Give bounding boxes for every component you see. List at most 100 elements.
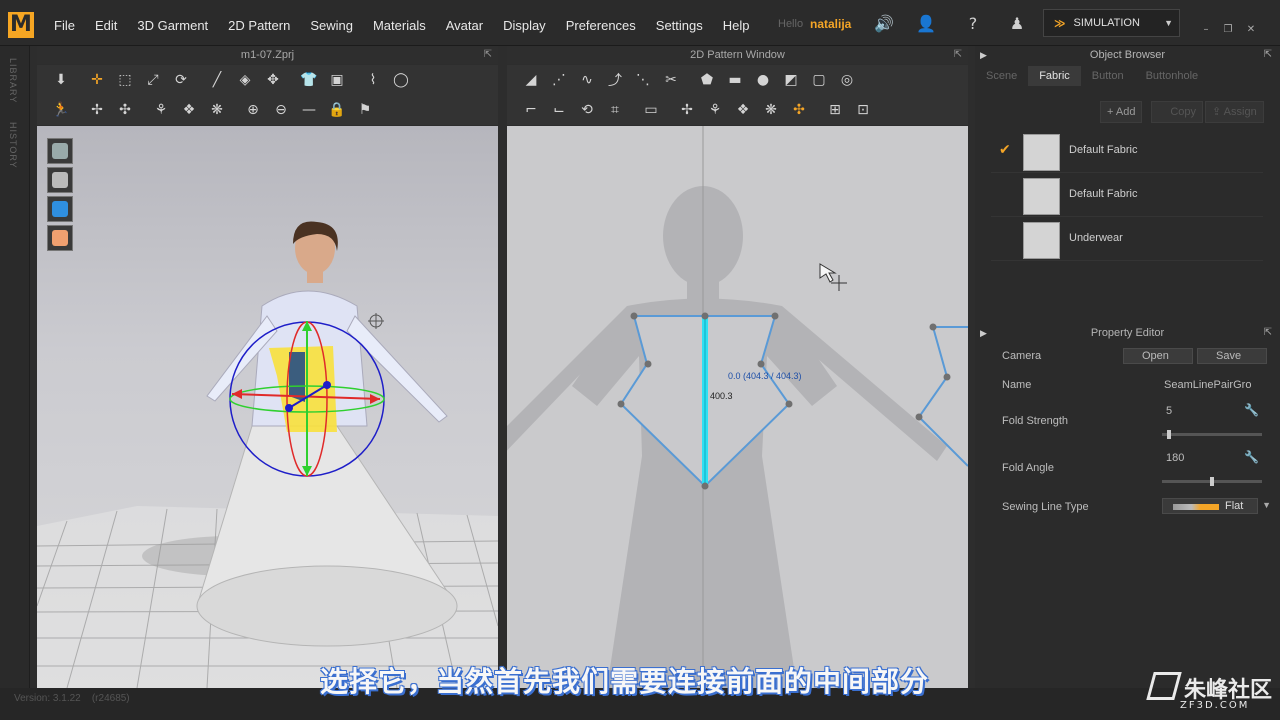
view-avatar-button[interactable] [47, 167, 73, 193]
internal-rectangle-icon[interactable]: ▢ [807, 68, 831, 92]
popout-icon[interactable]: ⇱ [1264, 46, 1272, 64]
avatar-settings-icon[interactable]: ♟ [1007, 14, 1027, 34]
wrench-icon[interactable]: 🔧 [1244, 450, 1259, 464]
rectangle-icon[interactable]: ▬ [723, 68, 747, 92]
fold-strength-value[interactable]: 5 [1166, 405, 1172, 417]
slider-knob[interactable] [1210, 477, 1214, 486]
tape-icon[interactable]: ◯ [389, 68, 413, 92]
fold-angle-slider[interactable] [1162, 477, 1262, 486]
cut-icon[interactable]: ✂ [659, 68, 683, 92]
close-icon[interactable]: ✕ [1244, 24, 1258, 36]
avatar-pose-icon[interactable]: 🏃 [49, 98, 73, 122]
curve-point-icon[interactable]: ⤴ [603, 68, 627, 92]
simulation-button[interactable]: ≫ SIMULATION ▼ [1043, 9, 1180, 37]
tape-icon[interactable]: ▭ [639, 98, 663, 122]
button-icon[interactable]: ⚘ [149, 98, 173, 122]
menu-file[interactable]: File [44, 14, 85, 37]
3d-viewport[interactable] [37, 126, 498, 688]
polygon-icon[interactable]: ⬟ [695, 68, 719, 92]
chevron-down-icon[interactable]: ▼ [1164, 18, 1173, 28]
library-tab[interactable]: LIBRARY [8, 58, 18, 103]
pin-icon[interactable]: ╱ [205, 68, 229, 92]
seam-free-icon[interactable]: ⌙ [547, 98, 571, 122]
wrench-icon[interactable]: 🔧 [1244, 403, 1259, 417]
minimize-icon[interactable]: – [1199, 24, 1213, 36]
move-down-icon[interactable]: ⬇ [49, 68, 73, 92]
garment-icon[interactable]: 👕 [297, 68, 321, 92]
flag-icon[interactable]: ⚑ [353, 98, 377, 122]
fabric-item[interactable]: ✔ Default Fabric [991, 131, 1263, 173]
pin-2d-icon[interactable]: ✢ [675, 98, 699, 122]
menu-edit[interactable]: Edit [85, 14, 127, 37]
select-move-icon[interactable]: ✛ [85, 68, 109, 92]
arrange-icon[interactable]: ▣ [325, 68, 349, 92]
menu-preferences[interactable]: Preferences [556, 14, 646, 37]
arrangement-icon[interactable]: ✢ [85, 98, 109, 122]
edit-avatar-icon[interactable]: ✣ [113, 98, 137, 122]
sound-icon[interactable]: 🔊 [874, 14, 894, 34]
internal-circle-icon[interactable]: ◎ [835, 68, 859, 92]
zipper-icon[interactable]: ❋ [205, 98, 229, 122]
menu-sewing[interactable]: Sewing [300, 14, 363, 37]
name-value[interactable]: SeamLinePairGro [1164, 379, 1251, 391]
assign-button[interactable]: ⇪ Assign [1205, 101, 1264, 123]
menu-materials[interactable]: Materials [363, 14, 436, 37]
popout-icon[interactable]: ⇱ [484, 46, 492, 64]
view-texture-button[interactable] [47, 196, 73, 222]
camera-open-button[interactable]: Open [1123, 348, 1193, 364]
menu-settings[interactable]: Settings [646, 14, 713, 37]
tab-buttonhole[interactable]: Buttonhole [1135, 66, 1210, 86]
menu-help[interactable]: Help [713, 14, 760, 37]
tab-scene[interactable]: Scene [975, 66, 1028, 86]
fold-icon[interactable]: ◈ [233, 68, 257, 92]
popout-icon[interactable]: ⇱ [1264, 324, 1272, 342]
edit-point-icon[interactable]: ⋰ [547, 68, 571, 92]
edit-curvature-icon[interactable]: ∿ [575, 68, 599, 92]
tack-icon[interactable]: ✥ [261, 68, 285, 92]
seam-check-icon[interactable]: ⌗ [603, 98, 627, 122]
user-name[interactable]: natalija [810, 17, 851, 31]
grid-transform-icon[interactable]: ⊡ [851, 98, 875, 122]
fabric-item[interactable]: Underwear [991, 219, 1263, 261]
menu-2d-pattern[interactable]: 2D Pattern [218, 14, 300, 37]
texture-icon[interactable]: ✣ [787, 98, 811, 122]
view-garment-button[interactable] [47, 138, 73, 164]
help-icon[interactable]: ? [963, 14, 983, 34]
view-skin-button[interactable] [47, 225, 73, 251]
add-point-icon[interactable]: ⋱ [631, 68, 655, 92]
measure-icon[interactable]: ⌇ [361, 68, 385, 92]
menu-display[interactable]: Display [493, 14, 556, 37]
line-icon[interactable]: — [297, 98, 321, 122]
transform-pattern-icon[interactable]: ◢ [519, 68, 543, 92]
internal-polygon-icon[interactable]: ◩ [779, 68, 803, 92]
button-2d-icon[interactable]: ⚘ [703, 98, 727, 122]
rotate-icon[interactable]: ⟳ [169, 68, 193, 92]
select-box-icon[interactable]: ⬚ [113, 68, 137, 92]
restore-icon[interactable]: ❐ [1221, 24, 1235, 36]
seam-edit-icon[interactable]: ⟲ [575, 98, 599, 122]
menu-3d-garment[interactable]: 3D Garment [127, 14, 218, 37]
add-point-icon[interactable]: ⊕ [241, 98, 265, 122]
sewing-line-type-select[interactable]: Flat ▼ [1162, 498, 1271, 514]
circle-point-icon[interactable]: ⊖ [269, 98, 293, 122]
collapse-arrow-icon[interactable]: ▶ [980, 46, 987, 64]
tab-fabric[interactable]: Fabric [1028, 66, 1081, 86]
fold-strength-slider[interactable] [1162, 430, 1262, 439]
add-button[interactable]: + Add [1100, 101, 1143, 123]
collapse-arrow-icon[interactable]: ▶ [980, 324, 987, 342]
menu-avatar[interactable]: Avatar [436, 14, 493, 37]
popout-icon[interactable]: ⇱ [954, 46, 962, 64]
slider-knob[interactable] [1166, 430, 1171, 439]
buttonhole-2d-icon[interactable]: ❖ [731, 98, 755, 122]
user-icon[interactable]: 👤 [916, 14, 936, 34]
tab-button[interactable]: Button [1081, 66, 1135, 86]
fold-angle-value[interactable]: 180 [1166, 452, 1184, 464]
camera-save-button[interactable]: Save [1197, 348, 1267, 364]
seam-segment-icon[interactable]: ⌐ [519, 98, 543, 122]
transform-icon[interactable]: ⤢ [141, 68, 165, 92]
lock-icon[interactable]: 🔒 [325, 98, 349, 122]
2d-pattern-viewport[interactable]: 0.0 (404.3 / 404.3) 400.3 [507, 126, 968, 688]
grid-select-icon[interactable]: ⊞ [823, 98, 847, 122]
buttonhole-icon[interactable]: ❖ [177, 98, 201, 122]
chevron-down-icon[interactable]: ▼ [1262, 500, 1271, 510]
